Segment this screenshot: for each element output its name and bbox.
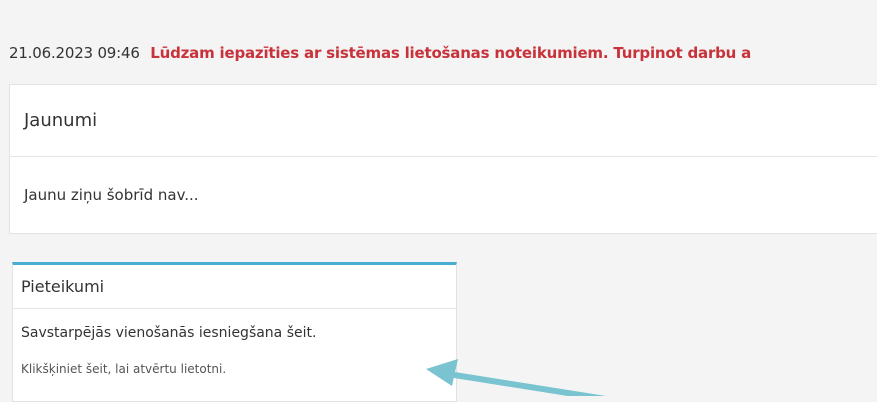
arrow-pointer-icon bbox=[426, 359, 606, 396]
